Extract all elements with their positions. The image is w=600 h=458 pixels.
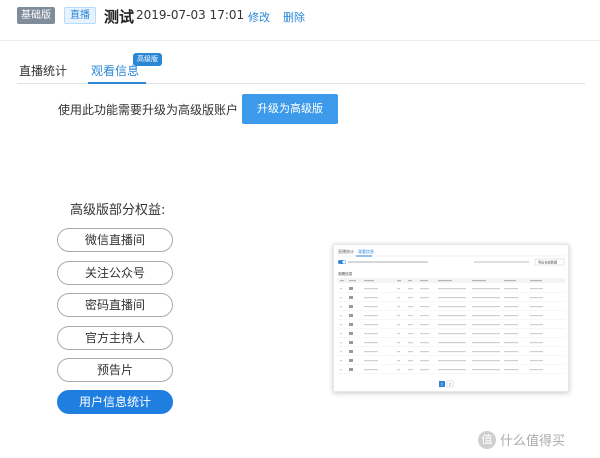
active-tab-indicator <box>88 82 146 84</box>
page-title: 测试 <box>104 8 135 26</box>
preview-section-title: 观看信息 <box>338 271 353 276</box>
preview-illustration: 直播统计 观看信息 导出全部数据 观看信息 1 2 <box>337 248 565 388</box>
tab-viewer-info[interactable]: 观看信息 <box>91 62 139 79</box>
upgrade-button[interactable]: 升级为高级版 <box>242 94 338 124</box>
benefit-pill-password-room: 密码直播间 <box>57 293 173 317</box>
delete-link[interactable]: 删除 <box>283 9 305 25</box>
preview-page-1-label: 1 <box>441 383 443 387</box>
preview-export-label: 导出全部数据 <box>538 260 558 265</box>
header-divider <box>0 40 600 41</box>
benefit-pill-official-host: 官方主持人 <box>57 326 173 350</box>
preview-tab-info: 观看信息 <box>358 248 374 254</box>
preview-table-rows <box>340 287 543 371</box>
preview-header-cells <box>340 280 542 282</box>
benefits-title: 高级版部分权益: <box>70 203 166 218</box>
event-datetime: 2019-07-03 17:01 <box>136 8 245 22</box>
feature-preview-screenshot: 直播统计 观看信息 导出全部数据 观看信息 1 2 <box>333 244 569 392</box>
plan-badge: 基础版 <box>17 7 55 24</box>
tab-live-stats[interactable]: 直播统计 <box>19 62 67 79</box>
site-watermark: 什么值得买 <box>500 434 566 449</box>
benefit-pill-follow-account: 关注公众号 <box>57 261 173 285</box>
live-type-badge: 直播 <box>64 7 96 24</box>
benefit-pill-wechat-room: 微信直播间 <box>57 228 173 252</box>
page-header: 基础版 直播 测试 2019-07-03 17:01 修改 删除 <box>0 0 600 36</box>
preview-toggle-knob <box>342 260 346 264</box>
preview-toggle-text <box>348 261 428 263</box>
edit-link[interactable]: 修改 <box>248 9 270 25</box>
preview-tab-stats: 直播统计 <box>338 248 354 254</box>
zhi-icon: 值 <box>478 431 496 449</box>
preview-page-2-label: 2 <box>449 383 451 387</box>
preview-filter-text <box>474 261 529 263</box>
upgrade-notice: 使用此功能需要升级为高级版账户 <box>58 103 239 117</box>
benefit-pill-trailer: 预告片 <box>57 358 173 382</box>
premium-tab-badge: 高级版 <box>133 53 162 66</box>
benefit-pill-user-stats: 用户信息统计 <box>57 390 173 414</box>
